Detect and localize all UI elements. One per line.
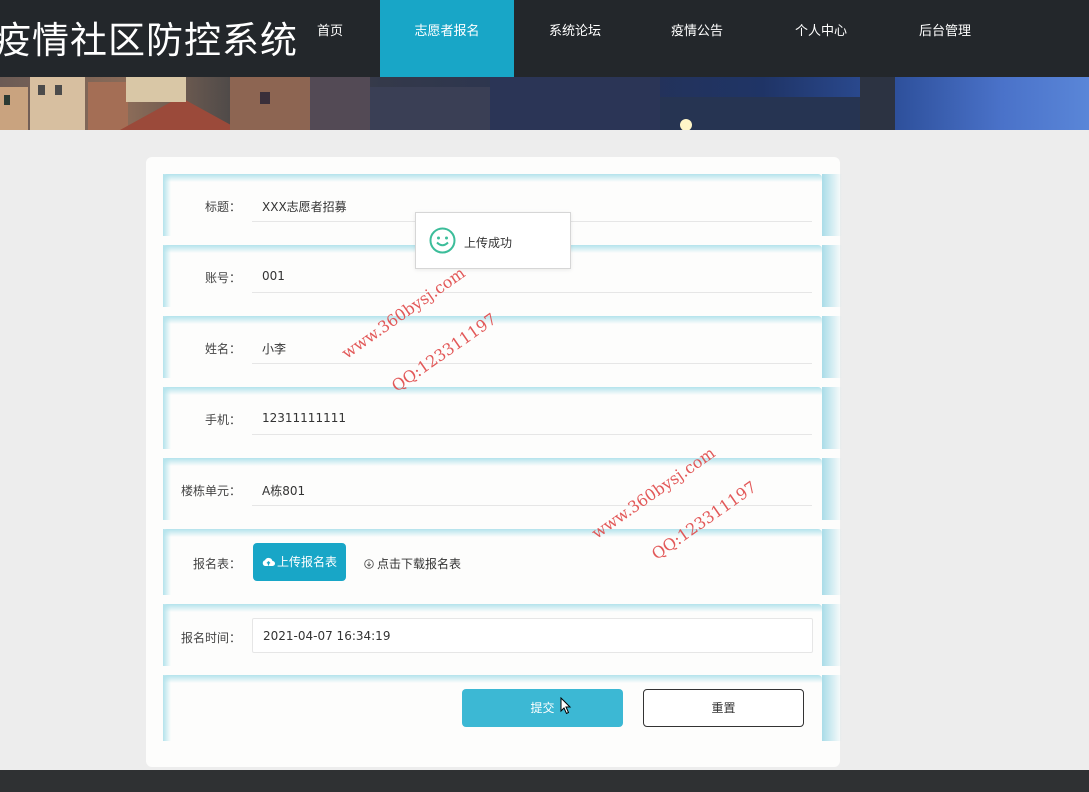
cloud-upload-icon: [262, 544, 275, 582]
download-label: 点击下载报名表: [377, 557, 462, 571]
form-row-phone: 手机： 12311111111: [163, 387, 842, 449]
banner-image: [0, 77, 1089, 130]
smile-icon: [429, 227, 456, 258]
nav-personal-center[interactable]: 个人中心: [776, 0, 866, 77]
submit-button[interactable]: 提交: [462, 689, 623, 727]
mouse-cursor-icon: [560, 697, 572, 715]
nav-admin[interactable]: 后台管理: [900, 0, 990, 77]
footer-bar: [0, 770, 1089, 792]
signup-time-value: 2021-04-07 16:34:19: [263, 629, 391, 643]
name-value[interactable]: 小李: [262, 340, 286, 357]
title-label: 标题：: [204, 200, 241, 214]
nav-volunteer-signup[interactable]: 志愿者报名: [380, 0, 514, 77]
title-value[interactable]: XXX志愿者招募: [262, 198, 347, 215]
unit-label: 楼栋单元：: [180, 484, 241, 498]
nav-announcements[interactable]: 疫情公告: [652, 0, 742, 77]
phone-label: 手机：: [204, 413, 241, 427]
form-row-signup-time: 报名时间： 2021-04-07 16:34:19: [163, 604, 842, 666]
nav-forum[interactable]: 系统论坛: [530, 0, 620, 77]
banner-scenery: [0, 77, 895, 130]
phone-value[interactable]: 12311111111: [262, 411, 346, 425]
signup-time-label: 报名时间：: [180, 631, 241, 645]
upload-label: 上传报名表: [276, 555, 337, 569]
signup-sheet-label: 报名表：: [192, 557, 241, 571]
download-icon: [364, 558, 374, 572]
signup-time-input[interactable]: 2021-04-07 16:34:19: [252, 618, 813, 653]
top-navbar: 疫情社区防控系统 首页 志愿者报名 系统论坛 疫情公告 个人中心 后台管理: [0, 0, 1089, 77]
nav-home[interactable]: 首页: [290, 0, 370, 77]
unit-value[interactable]: A栋801: [262, 482, 305, 499]
site-title: 疫情社区防控系统: [0, 19, 298, 62]
download-signup-sheet-link[interactable]: 点击下载报名表: [364, 555, 461, 572]
account-value[interactable]: 001: [262, 269, 285, 283]
reset-button[interactable]: 重置: [643, 689, 804, 727]
name-label: 姓名：: [204, 342, 241, 356]
toast-message: 上传成功: [464, 236, 513, 250]
upload-success-toast: 上传成功: [415, 212, 571, 269]
upload-signup-sheet-button[interactable]: 上传报名表: [253, 543, 346, 581]
account-label: 账号：: [204, 271, 241, 285]
